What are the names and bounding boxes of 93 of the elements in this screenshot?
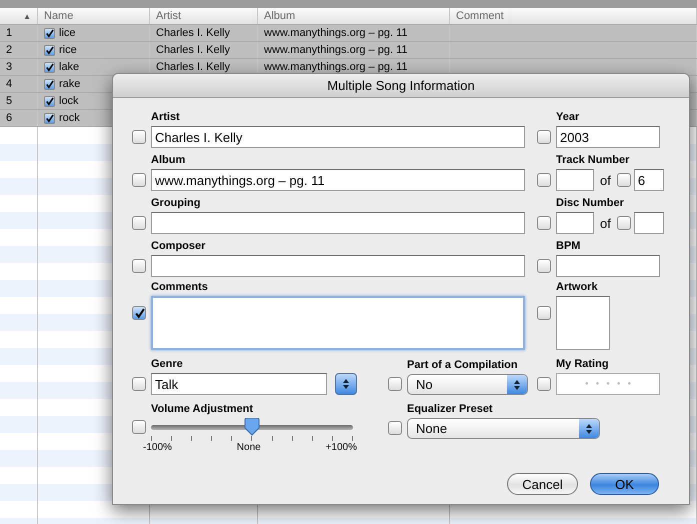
field-label: Equalizer Preset [407,403,494,417]
slider-thumb[interactable] [243,418,261,436]
checkbox[interactable] [616,173,631,187]
of-label: of [600,216,611,231]
checkbox[interactable] [132,259,146,273]
row-number: 1 [6,27,12,39]
text-field[interactable] [556,212,594,234]
field-label: Comments [151,280,209,294]
field-label: BPM [556,240,582,254]
checkbox[interactable] [537,216,551,230]
row-number: 6 [6,112,12,124]
text-field[interactable]: 6 [634,169,664,191]
tick-label: +100% [326,442,357,453]
checkbox[interactable] [388,421,402,435]
checkbox[interactable] [537,306,551,320]
checkbox[interactable] [44,28,55,38]
row-number: 4 [6,78,12,90]
table-cell: Charles I. Kelly [156,27,230,39]
text-field[interactable]: 2003 [556,126,660,148]
table-cell: lice [59,27,76,39]
checkbox[interactable] [44,62,55,72]
sort-indicator[interactable]: ▲ [23,12,31,20]
field-label: My Rating [556,358,610,372]
row-number: 5 [6,95,12,107]
of-label: of [600,173,611,188]
field-label: Disc Number [556,197,625,211]
field-label: Track Number [556,154,630,168]
checkmark-icon [134,308,144,318]
checkbox[interactable] [132,306,146,320]
field-label: Grouping [151,197,202,211]
genre-combo-field[interactable]: Talk [151,373,327,395]
comments-field[interactable] [151,296,525,350]
cancel-button[interactable]: Cancel [507,473,578,495]
field-label: Part of a Compilation [407,359,519,373]
table-cell: Charles I. Kelly [156,61,230,73]
up-down-arrows-icon [342,378,350,390]
checkbox[interactable] [616,216,631,230]
checkbox[interactable] [132,130,146,144]
tick-label: None [236,442,261,453]
field-label: Artwork [556,280,599,294]
table-cell: lock [59,95,79,107]
field-label: Composer [151,240,206,254]
table-cell: lake [59,61,80,73]
table-cell: www.manythings.org – pg. 11 [264,61,408,73]
checkbox[interactable] [132,216,146,230]
column-header[interactable]: Album [264,10,296,22]
popup-menu[interactable]: None [407,418,600,439]
checkbox[interactable] [537,259,551,273]
checkbox[interactable] [44,96,55,106]
field-label: Artist [151,111,181,125]
table-cell: rock [59,112,80,124]
table-cell: Charles I. Kelly [156,44,230,56]
tick-label: -100% [143,442,172,453]
column-header[interactable]: Name [44,10,74,22]
text-field[interactable] [556,255,660,277]
up-down-arrows-icon [513,378,521,390]
column-header[interactable]: Artist [156,10,182,22]
checkbox[interactable] [132,377,146,391]
field-label: Genre [151,358,184,372]
checkbox[interactable] [44,44,55,56]
text-field[interactable] [151,212,525,234]
checkbox[interactable] [44,112,55,124]
window-title: Multiple Song Information [327,78,475,93]
field-label: Volume Adjustment [151,403,254,417]
checkbox[interactable] [537,130,551,144]
row-number: 2 [6,44,12,56]
row-number: 3 [6,61,12,73]
text-field[interactable] [151,255,525,277]
table-row[interactable]: 2 rice Charles I. Kelly www.manythings.org – pg. 11 [0,42,697,59]
checkbox[interactable] [132,173,146,187]
text-field[interactable] [634,212,664,234]
field-label: Album [151,154,186,168]
text-field[interactable] [556,169,594,191]
volume-slider[interactable] [151,418,353,436]
table-cell: www.manythings.org – pg. 11 [264,27,408,39]
table-row[interactable]: 1 lice Charles I. Kelly www.manythings.org – pg. 11 [0,25,697,42]
checkbox[interactable] [537,173,551,187]
checkbox[interactable] [44,78,55,90]
artwork-well[interactable] [556,296,610,350]
ok-button[interactable]: OK [590,473,659,495]
table-cell: rice [59,44,77,56]
field-label: Year [556,111,580,125]
table-cell: rake [59,78,80,90]
checkbox[interactable] [132,420,146,434]
popup-menu[interactable]: No [407,374,528,395]
checkbox[interactable] [537,377,551,391]
column-header[interactable]: Comment [456,10,504,22]
checkbox[interactable] [388,377,402,391]
dropdown-button[interactable] [335,373,357,395]
table-cell: www.manythings.org – pg. 11 [264,44,408,56]
text-field[interactable]: www.manythings.org – pg. 11 [151,169,525,191]
text-field[interactable]: Charles I. Kelly [151,126,525,148]
up-down-arrows-icon [585,422,593,434]
